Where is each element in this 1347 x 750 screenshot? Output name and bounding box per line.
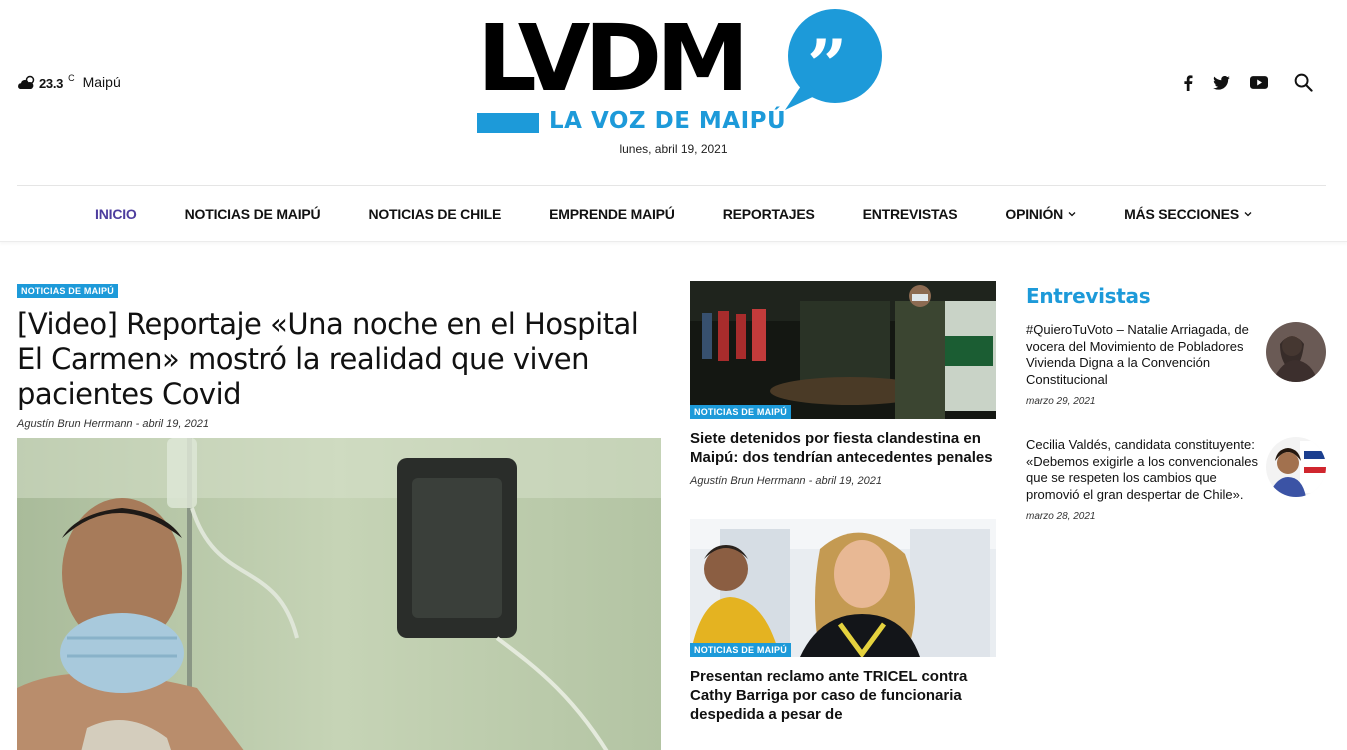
logo-tagline: LA VOZ DE MAIPÚ bbox=[549, 108, 787, 134]
secondary-articles: NOTICIAS DE MAIPÚ Siete detenidos por fi… bbox=[690, 281, 996, 724]
sidebar-article-date: marzo 28, 2021 bbox=[1026, 511, 1096, 522]
article-title[interactable]: Presentan reclamo ante TRICEL contra Cat… bbox=[690, 667, 996, 724]
search-icon[interactable] bbox=[1294, 73, 1313, 92]
social-links bbox=[1183, 73, 1313, 92]
nav-item-label: INICIO bbox=[95, 205, 137, 222]
hospital-patient-photo bbox=[17, 438, 661, 750]
sidebar-article-thumbnail[interactable] bbox=[1266, 322, 1326, 382]
article-thumbnail[interactable]: NOTICIAS DE MAIPÚ bbox=[690, 281, 996, 419]
featured-article: NOTICIAS DE MAIPÚ [Video] Reportaje «Una… bbox=[17, 281, 661, 750]
nav-item-mas-secciones[interactable]: MÁS SECCIONES bbox=[1124, 206, 1252, 222]
nav-item-label: NOTICIAS DE CHILE bbox=[368, 205, 502, 222]
nav-item-noticias-de-chile[interactable]: NOTICIAS DE CHILE bbox=[368, 206, 501, 222]
nav-item-label: NOTICIAS DE MAIPÚ bbox=[184, 205, 321, 222]
police-night-photo bbox=[690, 281, 996, 419]
chevron-down-icon bbox=[1068, 211, 1076, 216]
weather-unit: C bbox=[68, 73, 75, 83]
nav-item-label: EMPRENDE MAIPÚ bbox=[549, 205, 675, 222]
article-title[interactable]: Siete detenidos por fiesta clandestina e… bbox=[690, 429, 996, 467]
article-meta: Agustín Brun Herrmann - abril 19, 2021 bbox=[690, 475, 996, 487]
sidebar-heading[interactable]: Entrevistas bbox=[1026, 284, 1326, 308]
featured-article-image[interactable] bbox=[17, 438, 661, 750]
interviews-sidebar: Entrevistas #QuieroTuVoto – Natalie Arri… bbox=[1026, 284, 1326, 522]
nav-item-label: REPORTAJES bbox=[722, 205, 815, 222]
sidebar-article: Cecilia Valdés, candidata constituyente:… bbox=[1026, 437, 1326, 522]
weather-temperature: 23.3 bbox=[39, 76, 64, 91]
sidebar-article-thumbnail[interactable] bbox=[1266, 437, 1326, 497]
portrait-photo bbox=[690, 519, 996, 657]
weather-widget: 23.3 C Maipú bbox=[17, 73, 121, 91]
category-badge[interactable]: NOTICIAS DE MAIPÚ bbox=[690, 405, 791, 419]
sidebar-article-date: marzo 29, 2021 bbox=[1026, 396, 1096, 407]
site-logo[interactable]: LVDM ” LA VOZ DE MAIPÚ bbox=[477, 8, 887, 138]
nav-item-emprende-maipu[interactable]: EMPRENDE MAIPÚ bbox=[549, 206, 675, 222]
chevron-down-icon bbox=[1244, 211, 1252, 216]
article-meta: Agustín Brun Herrmann - abril 19, 2021 bbox=[17, 418, 661, 430]
nav-item-inicio[interactable]: INICIO bbox=[95, 206, 137, 222]
nav-item-label: MÁS SECCIONES bbox=[1124, 205, 1239, 222]
nav-item-label: ENTREVISTAS bbox=[862, 205, 958, 222]
main-nav: INICIO NOTICIAS DE MAIPÚ NOTICIAS DE CHI… bbox=[0, 186, 1347, 242]
nav-item-opinion[interactable]: OPINIÓN bbox=[1005, 206, 1076, 222]
nav-item-noticias-de-maipu[interactable]: NOTICIAS DE MAIPÚ bbox=[185, 206, 321, 222]
weather-location: Maipú bbox=[82, 74, 121, 90]
category-badge[interactable]: NOTICIAS DE MAIPÚ bbox=[690, 643, 791, 657]
category-badge[interactable]: NOTICIAS DE MAIPÚ bbox=[17, 284, 118, 298]
interviewee-photo bbox=[1266, 322, 1326, 382]
facebook-icon[interactable] bbox=[1183, 74, 1193, 91]
twitter-icon[interactable] bbox=[1213, 75, 1230, 90]
article-date: - abril 19, 2021 bbox=[808, 475, 883, 487]
article-date: - abril 19, 2021 bbox=[135, 418, 210, 430]
nav-item-reportajes[interactable]: REPORTAJES bbox=[723, 206, 815, 222]
sidebar-article: #QuieroTuVoto – Natalie Arriagada, de vo… bbox=[1026, 322, 1326, 407]
sidebar-article-title[interactable]: Cecilia Valdés, candidata constituyente:… bbox=[1026, 437, 1258, 503]
featured-article-title[interactable]: [Video] Reportaje «Una noche en el Hospi… bbox=[17, 307, 661, 412]
logo-bar bbox=[477, 113, 539, 133]
article-card: NOTICIAS DE MAIPÚ Siete detenidos por fi… bbox=[690, 281, 996, 487]
sidebar-article-title[interactable]: #QuieroTuVoto – Natalie Arriagada, de vo… bbox=[1026, 322, 1258, 388]
article-author[interactable]: Agustín Brun Herrmann bbox=[17, 418, 133, 430]
article-author[interactable]: Agustín Brun Herrmann bbox=[690, 475, 806, 487]
article-thumbnail[interactable]: NOTICIAS DE MAIPÚ bbox=[690, 519, 996, 657]
nav-item-label: OPINIÓN bbox=[1005, 205, 1064, 222]
logo-wordmark: LVDM bbox=[477, 5, 749, 112]
logo-speech-bubble-icon: ” bbox=[785, 9, 882, 110]
logo-quote-mark: ” bbox=[807, 24, 847, 107]
nav-item-entrevistas[interactable]: ENTREVISTAS bbox=[863, 206, 958, 222]
youtube-icon[interactable] bbox=[1250, 76, 1268, 89]
partly-cloudy-icon bbox=[18, 75, 35, 89]
header-date: lunes, abril 19, 2021 bbox=[619, 142, 728, 156]
candidate-photo bbox=[1266, 437, 1326, 497]
article-card: NOTICIAS DE MAIPÚ Presentan reclamo ante… bbox=[690, 519, 996, 724]
